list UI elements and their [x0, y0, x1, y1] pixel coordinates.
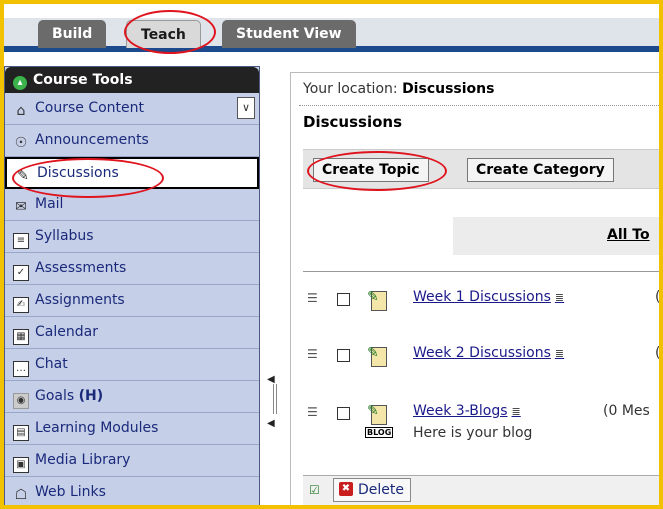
splitter-handle[interactable]: [273, 384, 277, 414]
topic-title[interactable]: Week 1 Discussions: [413, 289, 551, 305]
message-count: (0 Mes: [603, 403, 650, 419]
topic-row: ☰ ✎ Week 2 Discussions ≣ (: [303, 343, 661, 383]
message-count: (: [655, 289, 661, 305]
calendar-icon: ▦: [13, 329, 29, 345]
blog-topic-icon: ✎: [365, 401, 391, 429]
sidebar-item-learning-modules[interactable]: ▤ Learning Modules: [5, 413, 259, 445]
topic-row: ☰ ✎ Week 1 Discussions ≣ (: [303, 287, 661, 327]
sidebar-item-mail[interactable]: ✉ Mail: [5, 189, 259, 221]
topic-description: Here is your blog: [413, 425, 533, 441]
divider: [303, 271, 659, 272]
sidebar-item-label: Mail: [35, 196, 64, 212]
sidebar-item-calendar[interactable]: ▦ Calendar: [5, 317, 259, 349]
delete-button[interactable]: ✖ Delete: [333, 478, 411, 502]
chat-icon: …: [13, 361, 29, 377]
sidebar-item-label: Calendar: [35, 324, 98, 340]
learning-modules-icon: ▤: [13, 425, 29, 441]
discussion-toolbar: Create Topic Create Category: [303, 149, 659, 189]
assessments-icon: ✓: [13, 265, 29, 281]
create-category-button[interactable]: Create Category: [467, 158, 614, 182]
sidebar-item-label: Syllabus: [35, 228, 94, 244]
discussion-topic-icon: ✎: [365, 343, 391, 371]
sidebar-item-web-links[interactable]: ☖ Web Links: [5, 477, 259, 505]
create-topic-button[interactable]: Create Topic: [313, 158, 429, 182]
sidebar-item-label: Goals: [35, 388, 75, 404]
topic-title[interactable]: Week 2 Discussions: [413, 345, 551, 361]
tab-teach[interactable]: Teach: [126, 20, 201, 48]
sidebar-item-syllabus[interactable]: ≡ Syllabus: [5, 221, 259, 253]
breadcrumb: Your location: Discussions: [303, 81, 494, 97]
topic-checkbox[interactable]: [337, 349, 350, 362]
message-count: (: [655, 345, 661, 361]
course-tools-header[interactable]: ▴ Course Tools: [5, 67, 259, 93]
topics-header-bar: All To: [453, 217, 659, 255]
double-chevron-icon[interactable]: ∨: [237, 97, 255, 119]
action-menu-icon[interactable]: ≣: [512, 405, 521, 418]
collapse-left-arrow-icon[interactable]: ◀: [267, 418, 275, 429]
page-title: Discussions: [303, 113, 403, 131]
sidebar-item-label: Learning Modules: [35, 420, 159, 436]
sidebar-item-label: Assignments: [35, 292, 125, 308]
sidebar-item-media-library[interactable]: ▣ Media Library: [5, 445, 259, 477]
sidebar-item-label: Web Links: [35, 484, 106, 500]
action-menu-icon[interactable]: ≣: [555, 347, 564, 360]
sidebar-item-label: Discussions: [37, 165, 119, 181]
syllabus-icon: ≡: [13, 233, 29, 249]
sidebar-item-label: Media Library: [35, 452, 131, 468]
sidebar-item-label: Announcements: [35, 132, 149, 148]
sidebar-item-chat[interactable]: … Chat: [5, 349, 259, 381]
delete-icon: ✖: [339, 482, 353, 496]
sidebar-item-label: Chat: [35, 356, 68, 372]
all-topics-link[interactable]: All To: [607, 227, 650, 243]
course-tools-sidebar: ▴ Course Tools ⌂ Course Content ∨ ☉ Announc…: [4, 66, 260, 505]
topic-checkbox[interactable]: [337, 407, 350, 420]
sidebar-item-assignments[interactable]: ✍ Assignments: [5, 285, 259, 317]
select-all-icon[interactable]: ☑: [309, 483, 320, 497]
app-frame: Build Teach Student View ▴ Course Tools ⌂…: [0, 0, 663, 509]
sidebar-item-course-content[interactable]: ⌂ Course Content ∨: [5, 93, 259, 125]
tab-bar: Build Teach Student View: [4, 4, 659, 60]
drag-handle-icon[interactable]: ☰: [307, 347, 318, 361]
tab-student-view[interactable]: Student View: [222, 20, 356, 48]
drag-handle-icon[interactable]: ☰: [307, 291, 318, 305]
goals-icon: ◉: [13, 393, 29, 409]
topic-checkbox[interactable]: [337, 293, 350, 306]
sidebar-item-announcements[interactable]: ☉ Announcements: [5, 125, 259, 157]
collapse-arrows-icon[interactable]: ▴: [13, 76, 27, 90]
main-content: Your location: Discussions Discussions C…: [290, 72, 661, 505]
discussion-topic-icon: ✎: [365, 287, 391, 315]
topic-title-link[interactable]: Week 1 Discussions ≣: [413, 289, 564, 305]
topic-title-link[interactable]: Week 3-Blogs ≣: [413, 403, 521, 419]
goals-hidden-marker: (H): [78, 388, 104, 404]
drag-handle-icon[interactable]: ☰: [307, 405, 318, 419]
topic-title-link[interactable]: Week 2 Discussions ≣: [413, 345, 564, 361]
media-library-icon: ▣: [13, 457, 29, 473]
divider: [299, 105, 659, 106]
announcements-icon: ☉: [14, 135, 28, 151]
course-tools-title: Course Tools: [33, 72, 133, 88]
mail-icon: ✉: [15, 199, 27, 215]
discussions-icon: ✎: [17, 168, 29, 184]
breadcrumb-current: Discussions: [402, 81, 495, 97]
sidebar-item-discussions[interactable]: ✎ Discussions: [5, 157, 259, 189]
delete-label: Delete: [358, 482, 404, 498]
sidebar-item-label: Assessments: [35, 260, 127, 276]
sidebar-splitter[interactable]: ◀ ◀: [265, 364, 283, 444]
sidebar-item-label: Course Content: [35, 100, 145, 116]
tab-build[interactable]: Build: [38, 20, 107, 48]
blog-badge: BLOG: [365, 427, 394, 438]
course-content-icon: ⌂: [16, 103, 26, 119]
sidebar-item-assessments[interactable]: ✓ Assessments: [5, 253, 259, 285]
bulk-actions-bar: ☑ ✖ Delete: [303, 475, 659, 505]
action-menu-icon[interactable]: ≣: [555, 291, 564, 304]
assignments-icon: ✍: [13, 297, 29, 313]
sidebar-item-goals[interactable]: ◉ Goals (H): [5, 381, 259, 413]
topic-row: ☰ ✎ BLOG Week 3-Blogs ≣ (0 Mes Here is yo…: [303, 401, 659, 451]
topic-title[interactable]: Week 3-Blogs: [413, 403, 508, 419]
breadcrumb-label: Your location:: [303, 81, 398, 97]
web-links-icon: ☖: [14, 487, 28, 503]
